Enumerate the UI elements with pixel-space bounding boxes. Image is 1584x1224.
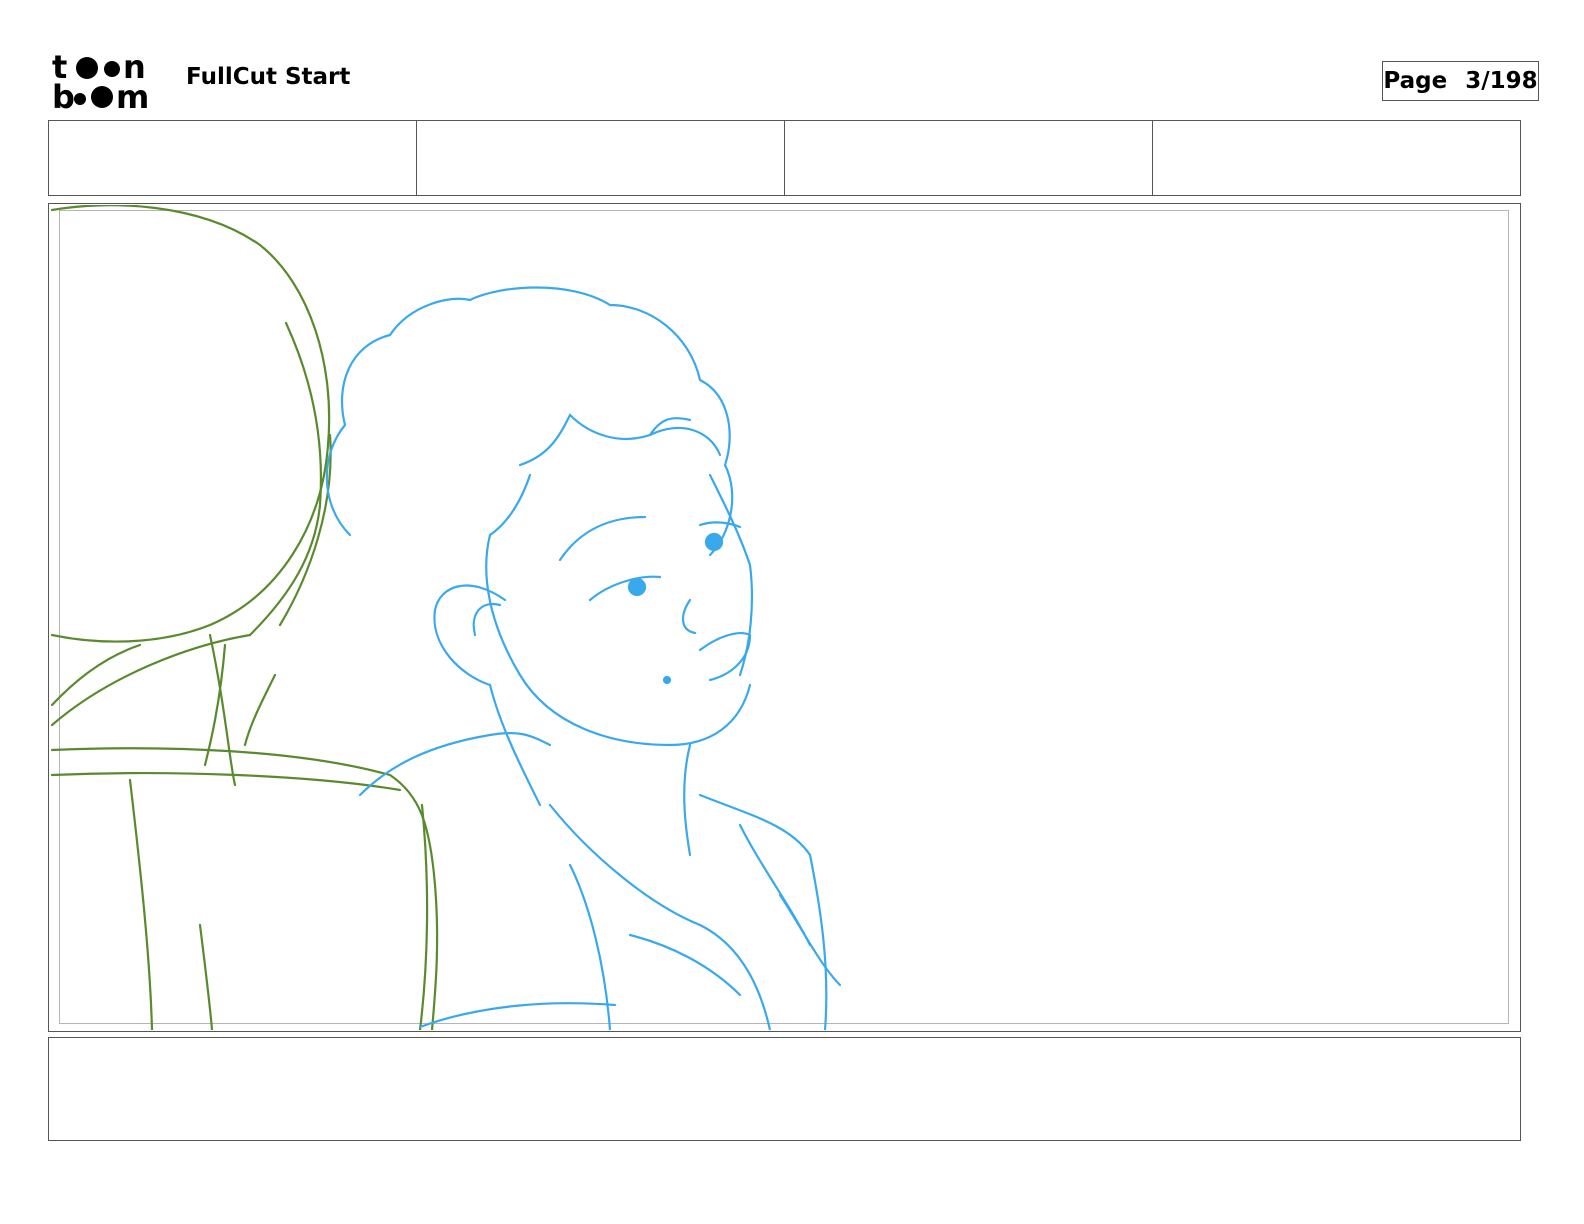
toonboom-logo: t n b m bbox=[52, 48, 164, 116]
info-cell-4 bbox=[1153, 121, 1520, 195]
project-title: FullCut Start bbox=[186, 64, 351, 90]
svg-text:m: m bbox=[116, 78, 149, 112]
info-cell-2 bbox=[417, 121, 785, 195]
page-number: 3/198 bbox=[1465, 68, 1538, 94]
foreground-character-sketch bbox=[325, 286, 842, 1030]
info-cell-3 bbox=[785, 121, 1153, 195]
panel-notes-area[interactable] bbox=[48, 1037, 1521, 1141]
svg-text:b: b bbox=[52, 78, 75, 112]
panel-info-row bbox=[48, 120, 1521, 196]
page-label: Page bbox=[1383, 68, 1448, 94]
panel-sketch bbox=[50, 205, 842, 1030]
page-indicator: Page 3/198 bbox=[1382, 61, 1539, 101]
info-cell-1 bbox=[49, 121, 417, 195]
background-character-sketch bbox=[50, 205, 439, 1030]
